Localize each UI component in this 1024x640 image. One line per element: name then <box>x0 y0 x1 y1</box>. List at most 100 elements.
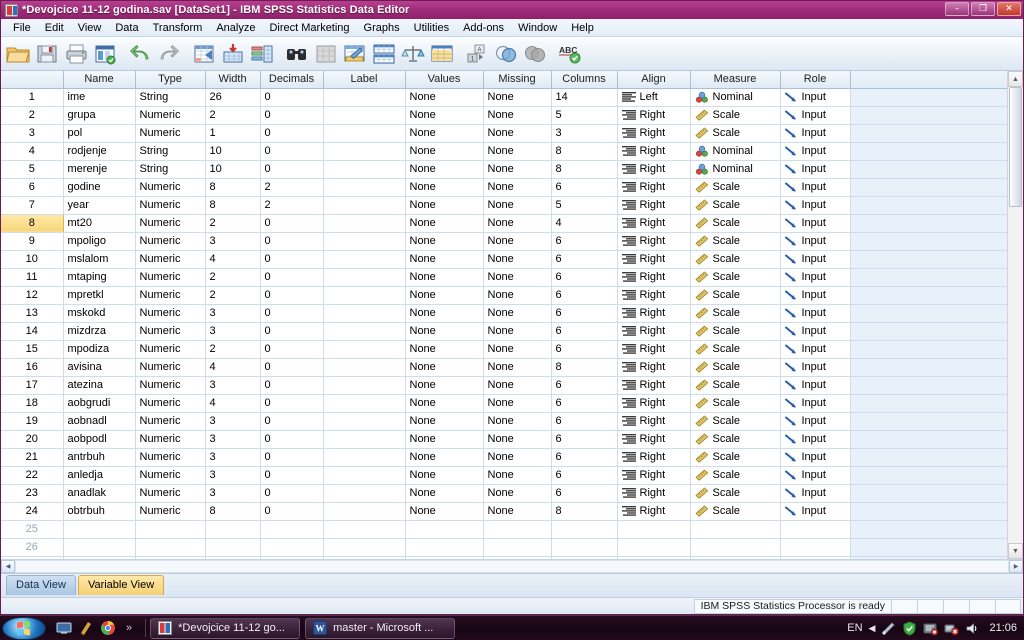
horizontal-scrollbar[interactable]: ◀ ▶ <box>1 559 1023 573</box>
cell-missing[interactable]: None <box>483 88 552 107</box>
vscroll-thumb[interactable] <box>1009 87 1022 207</box>
cell-label[interactable] <box>323 286 406 305</box>
cell-type[interactable]: Numeric <box>135 196 206 215</box>
cell-empty[interactable] <box>780 556 851 559</box>
table-row[interactable]: 17 atezina Numeric 3 0 None None 6 Right Scale Inp… <box>1 376 1011 395</box>
cell-decimals[interactable]: 2 <box>260 196 324 215</box>
cell-missing[interactable]: None <box>483 232 552 251</box>
cell-role[interactable]: Input <box>780 232 851 251</box>
select-cases-icon[interactable] <box>428 40 456 68</box>
cell-empty[interactable] <box>405 538 484 557</box>
cell-decimals[interactable]: 0 <box>260 322 324 341</box>
menu-transform[interactable]: Transform <box>146 21 210 35</box>
cell-name[interactable]: mpretkl <box>63 286 136 305</box>
cell-name[interactable]: mpodiza <box>63 340 136 359</box>
cell-missing[interactable]: None <box>483 196 552 215</box>
cell-role[interactable]: Input <box>780 286 851 305</box>
cell-label[interactable] <box>323 484 406 503</box>
cell-missing[interactable]: None <box>483 142 552 161</box>
table-row-empty[interactable]: 25 <box>1 520 1011 539</box>
taskbar-item-spss[interactable]: *Devojcice 11-12 go... <box>150 617 301 639</box>
column-header-type[interactable]: Type <box>135 71 206 89</box>
row-header[interactable]: 23 <box>1 484 64 503</box>
antivirus-icon[interactable] <box>923 621 939 636</box>
tray-language-indicator[interactable]: EN <box>847 622 862 634</box>
cell-width[interactable]: 3 <box>205 376 261 395</box>
column-header-columns[interactable]: Columns <box>551 71 618 89</box>
cell-empty[interactable] <box>483 556 552 559</box>
table-row[interactable]: 13 mskokd Numeric 3 0 None None 6 Right Scale Inpu… <box>1 304 1011 323</box>
cell-decimals[interactable]: 0 <box>260 160 324 179</box>
cell-measure[interactable]: Scale <box>690 322 781 341</box>
cell-name[interactable]: mslalom <box>63 250 136 269</box>
table-row[interactable]: 18 aobgrudi Numeric 4 0 None None 6 Right Scale In… <box>1 394 1011 413</box>
row-header[interactable]: 8 <box>1 214 64 233</box>
goto-case-icon[interactable] <box>190 40 218 68</box>
cell-role[interactable]: Input <box>780 160 851 179</box>
row-header[interactable]: 22 <box>1 466 64 485</box>
cell-columns[interactable]: 5 <box>551 196 618 215</box>
cell-width[interactable]: 3 <box>205 232 261 251</box>
split-file-icon[interactable] <box>370 40 398 68</box>
cell-label[interactable] <box>323 88 406 107</box>
cell-role[interactable]: Input <box>780 430 851 449</box>
cell-align[interactable]: Right <box>617 412 691 431</box>
cell-missing[interactable]: None <box>483 160 552 179</box>
cell-align[interactable]: Right <box>617 214 691 233</box>
cell-align[interactable]: Right <box>617 268 691 287</box>
cell-measure[interactable]: Scale <box>690 286 781 305</box>
row-header[interactable]: 26 <box>1 538 64 557</box>
cell-values[interactable]: None <box>405 430 484 449</box>
row-header[interactable]: 21 <box>1 448 64 467</box>
cell-label[interactable] <box>323 412 406 431</box>
cell-decimals[interactable]: 0 <box>260 448 324 467</box>
cell-label[interactable] <box>323 160 406 179</box>
cell-values[interactable]: None <box>405 160 484 179</box>
cell-missing[interactable]: None <box>483 358 552 377</box>
cell-name[interactable]: aobnadl <box>63 412 136 431</box>
weight-cases-icon[interactable] <box>399 40 427 68</box>
insert-variable-icon[interactable] <box>341 40 369 68</box>
tab-variable-view[interactable]: Variable View <box>77 575 165 595</box>
cell-decimals[interactable]: 0 <box>260 304 324 323</box>
cell-empty[interactable] <box>205 520 261 539</box>
close-button[interactable]: ✕ <box>997 2 1021 16</box>
cell-name[interactable]: aobgrudi <box>63 394 136 413</box>
cell-name[interactable]: pol <box>63 124 136 143</box>
cell-missing[interactable]: None <box>483 322 552 341</box>
cell-empty[interactable] <box>483 538 552 557</box>
cell-missing[interactable]: None <box>483 430 552 449</box>
cell-type[interactable]: Numeric <box>135 124 206 143</box>
table-row[interactable]: 2 grupa Numeric 2 0 None None 5 Right Scale Input <box>1 106 1011 125</box>
cell-empty[interactable] <box>63 520 136 539</box>
cell-type[interactable]: Numeric <box>135 376 206 395</box>
cell-label[interactable] <box>323 214 406 233</box>
cell-empty[interactable] <box>135 538 206 557</box>
row-header[interactable]: 4 <box>1 142 64 161</box>
cell-empty[interactable] <box>780 538 851 557</box>
cell-type[interactable]: Numeric <box>135 214 206 233</box>
cell-values[interactable]: None <box>405 178 484 197</box>
table-row[interactable]: 1 ime String 26 0 None None 14 Left Nominal Input <box>1 87 1011 107</box>
cell-empty[interactable] <box>135 520 206 539</box>
menu-utilities[interactable]: Utilities <box>407 21 456 35</box>
cell-type[interactable]: Numeric <box>135 502 206 521</box>
variables-icon[interactable] <box>248 40 276 68</box>
cell-role[interactable]: Input <box>780 196 851 215</box>
cell-role[interactable]: Input <box>780 214 851 233</box>
cell-decimals[interactable]: 0 <box>260 358 324 377</box>
cell-align[interactable]: Right <box>617 196 691 215</box>
row-header[interactable]: 3 <box>1 124 64 143</box>
cell-measure[interactable]: Scale <box>690 214 781 233</box>
cell-missing[interactable]: None <box>483 502 552 521</box>
cell-type[interactable]: Numeric <box>135 358 206 377</box>
cell-empty[interactable] <box>617 556 691 559</box>
cell-values[interactable]: None <box>405 394 484 413</box>
cell-label[interactable] <box>323 502 406 521</box>
cell-align[interactable]: Right <box>617 250 691 269</box>
cell-name[interactable]: mizdrza <box>63 322 136 341</box>
cell-width[interactable]: 3 <box>205 484 261 503</box>
cell-columns[interactable]: 6 <box>551 268 618 287</box>
cell-measure[interactable]: Scale <box>690 502 781 521</box>
table-row[interactable]: 3 pol Numeric 1 0 None None 3 Right Scale Input <box>1 124 1011 143</box>
